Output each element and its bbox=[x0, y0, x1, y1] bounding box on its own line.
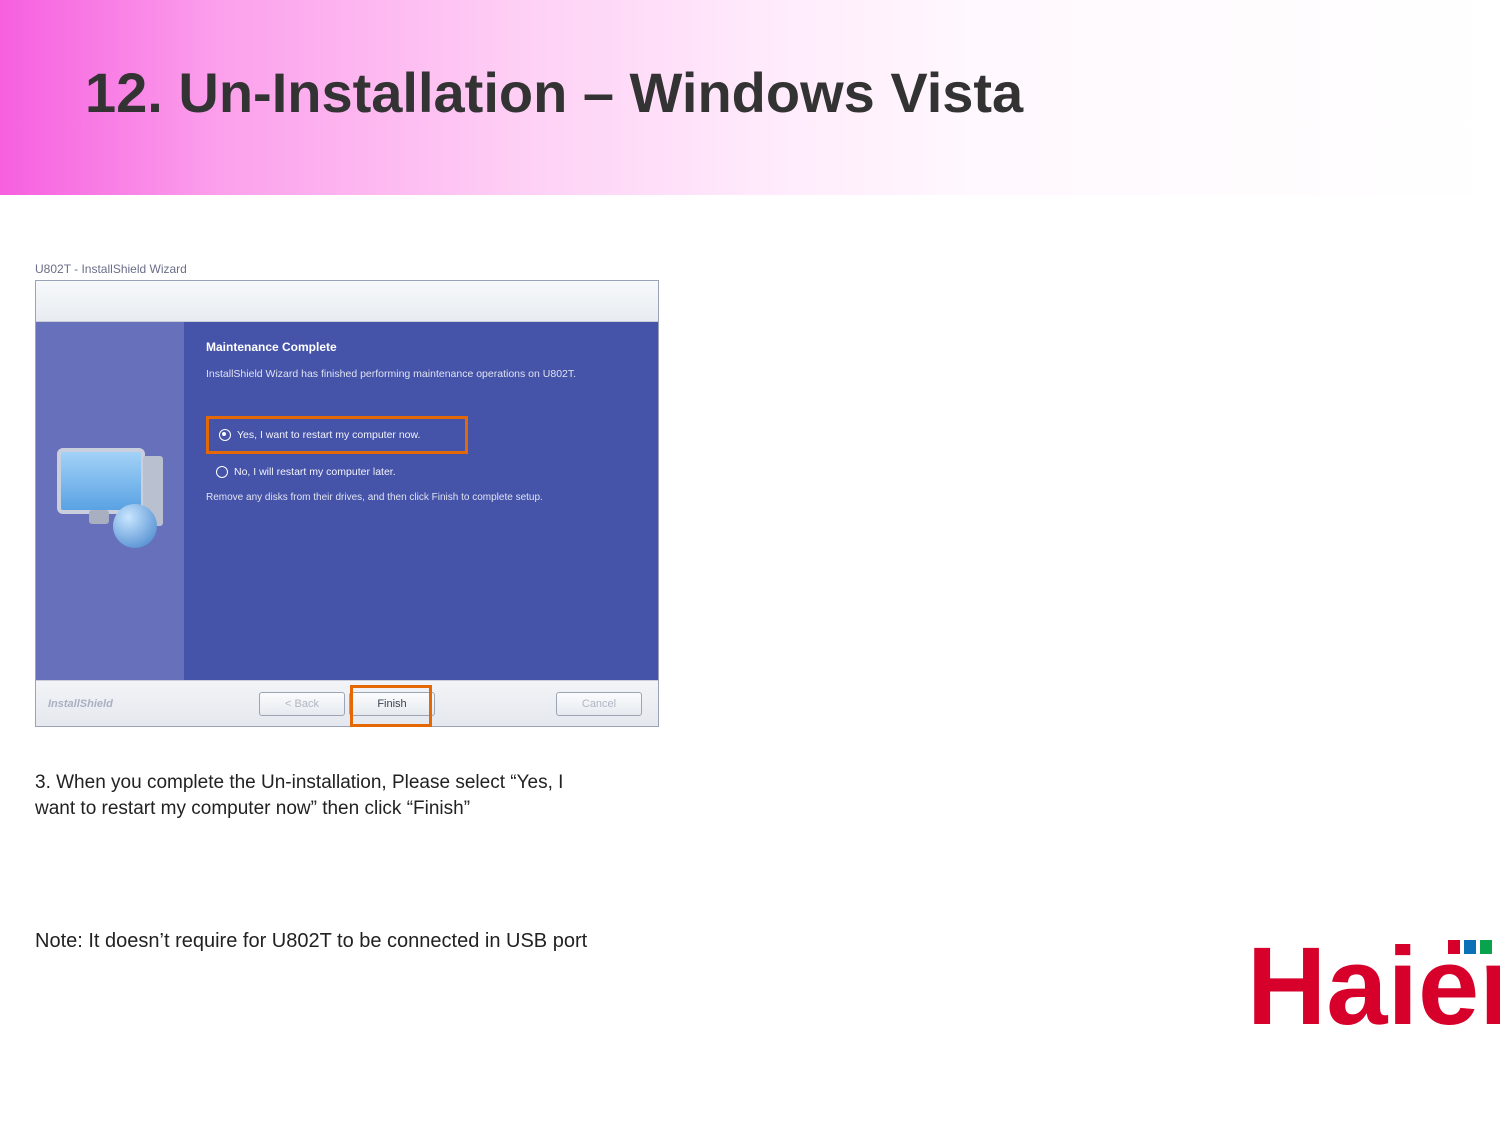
radio-no-dot-icon bbox=[216, 466, 228, 478]
wizard-heading: Maintenance Complete bbox=[206, 340, 638, 354]
haier-logo: Haier bbox=[1247, 932, 1500, 1042]
wizard-content: Maintenance Complete InstallShield Wizar… bbox=[184, 322, 658, 680]
wizard-screenshot: U802T - InstallShield Wizard Maintenance… bbox=[35, 262, 658, 284]
installshield-brand: InstallShield bbox=[48, 698, 113, 710]
wizard-window-title: U802T - InstallShield Wizard bbox=[35, 262, 658, 276]
back-button[interactable]: < Back bbox=[259, 692, 345, 716]
instruction-text: 3. When you complete the Un-installation… bbox=[35, 770, 565, 821]
wizard-header-bar bbox=[36, 281, 658, 322]
slide-title: 12. Un-Installation – Windows Vista bbox=[85, 60, 1023, 125]
wizard-footer: InstallShield < Back Finish Cancel bbox=[36, 680, 658, 726]
radio-no-row[interactable]: No, I will restart my computer later. bbox=[206, 462, 638, 482]
wizard-hint: Remove any disks from their drives, and … bbox=[206, 492, 638, 503]
radio-yes-dot-icon bbox=[219, 429, 231, 441]
wizard-subtext: InstallShield Wizard has finished perfor… bbox=[206, 368, 638, 380]
cancel-button[interactable]: Cancel bbox=[556, 692, 642, 716]
wizard-window: Maintenance Complete InstallShield Wizar… bbox=[35, 280, 659, 727]
radio-yes-row[interactable]: Yes, I want to restart my computer now. bbox=[217, 425, 457, 445]
computer-globe-icon bbox=[49, 440, 171, 562]
finish-button[interactable]: Finish bbox=[349, 692, 435, 716]
wizard-body: Maintenance Complete InstallShield Wizar… bbox=[36, 322, 658, 680]
note-text: Note: It doesn’t require for U802T to be… bbox=[35, 930, 587, 953]
radio-yes-label: Yes, I want to restart my computer now. bbox=[237, 429, 420, 441]
title-bar: 12. Un-Installation – Windows Vista bbox=[0, 0, 1500, 195]
wizard-sidebar-image bbox=[36, 322, 184, 680]
radio-no-label: No, I will restart my computer later. bbox=[234, 466, 396, 478]
radio-yes-highlight-box: Yes, I want to restart my computer now. bbox=[206, 416, 468, 454]
